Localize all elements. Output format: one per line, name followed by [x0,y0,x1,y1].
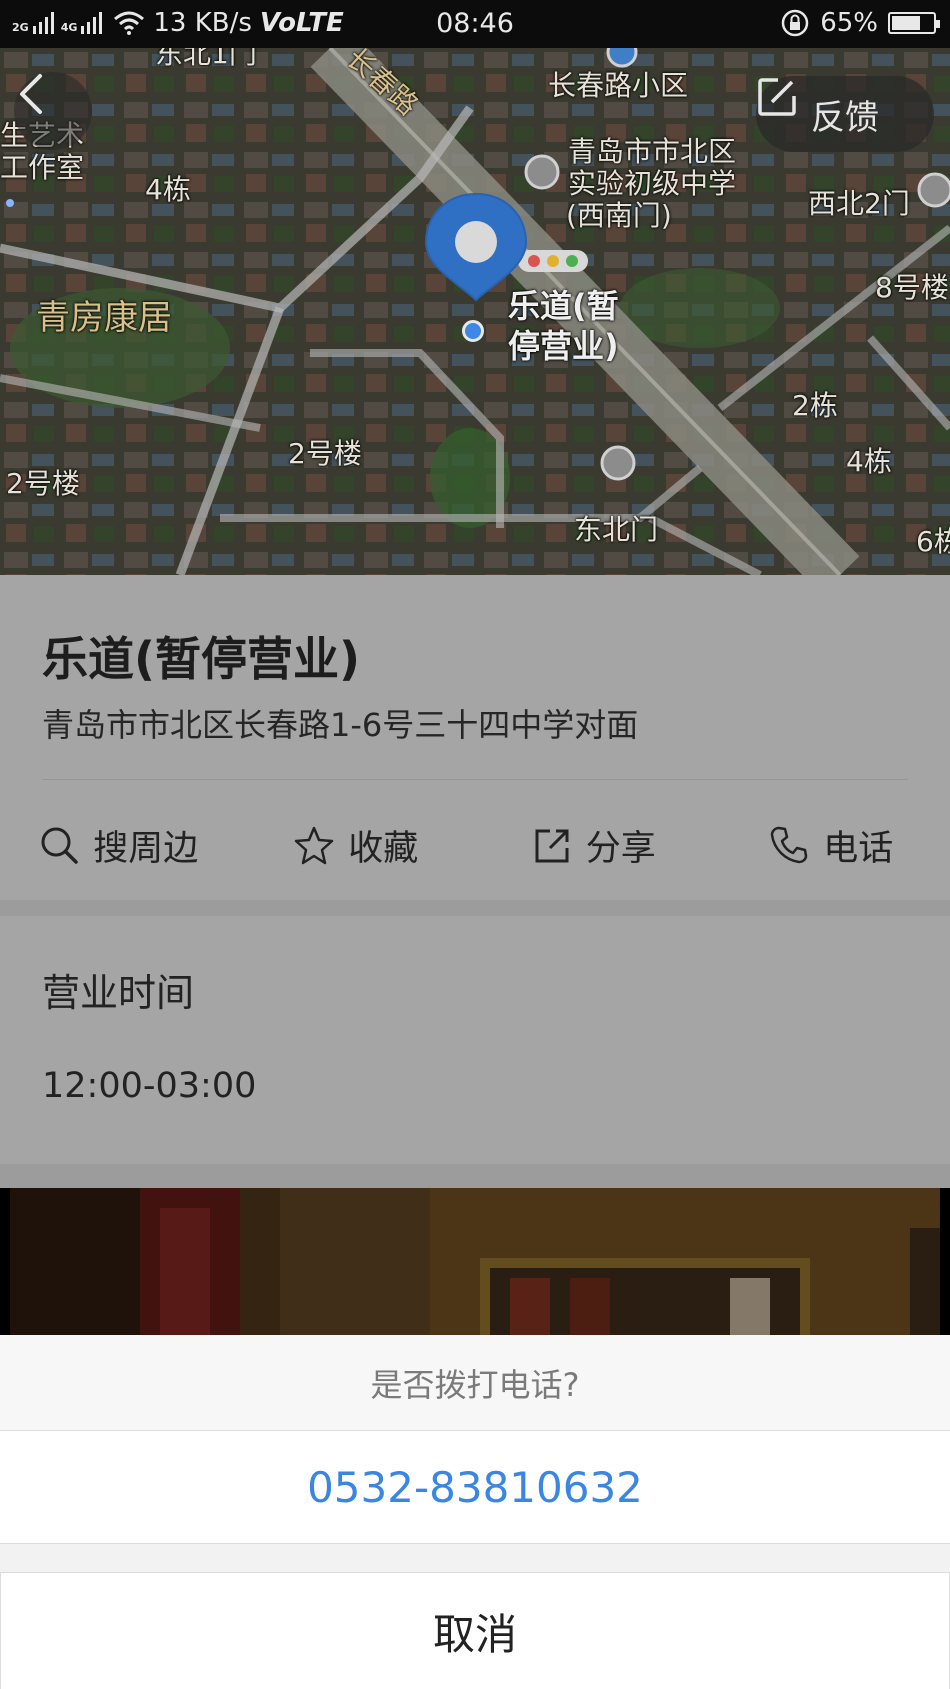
map-label: 6栋 [916,525,950,558]
map-label: 4栋 [846,445,892,478]
business-hours-value: 12:00-03:00 [42,1066,257,1106]
status-bar: 2G 4G 13 KB/s VoLTE 08:46 65% [0,0,950,48]
map-label: 8号楼 [875,271,949,304]
map-view[interactable]: 东北1门 长春路 长春路小区 生艺术 工作室 4栋 青岛市市北区 实验初级中学 … [0,48,950,575]
call-dialog-title: 是否拨打电话? [0,1335,950,1431]
map-label: 工作室 [0,151,85,184]
place-photo[interactable] [10,1188,940,1335]
chevron-left-icon [20,74,42,114]
star-icon [294,826,334,865]
map-label: 东北门 [574,513,659,546]
section-gap [0,900,950,916]
favorite-label: 收藏 [348,828,419,869]
divider [42,779,908,780]
battery-percent: 65% [820,8,878,38]
action-bar: 搜周边 收藏 分享 电话 [0,790,950,900]
map-label: 2号楼 [288,437,362,470]
poi-label-line2[interactable]: 停营业) [508,328,619,364]
battery-icon [888,12,940,34]
cancel-button[interactable]: 取消 [0,1572,950,1689]
call-phone-number-button[interactable]: 0532-83810632 [0,1431,950,1544]
phone-button[interactable]: 电话 [713,790,950,900]
status-right: 65% [780,8,940,38]
map-label: 西北2门 [808,187,910,220]
map-label: 2栋 [792,389,838,422]
place-info-card: 乐道(暂停营业) 青岛市市北区长春路1-6号三十四中学对面 搜周边 收藏 分享 … [0,575,950,900]
search-nearby-button[interactable]: 搜周边 [0,790,238,900]
rotation-lock-icon [781,9,809,37]
map-label: 长春路小区 [548,69,689,102]
search-nearby-label: 搜周边 [93,828,199,869]
location-pin-icon[interactable] [420,188,532,318]
business-hours-section: 营业时间 12:00-03:00 [0,916,950,1164]
favorite-button[interactable]: 收藏 [238,790,476,900]
edit-icon [758,78,796,116]
section-gap [0,1164,950,1188]
call-dialog: 是否拨打电话? 0532-83810632 取消 [0,1335,950,1689]
map-label: 2号楼 [6,467,80,500]
map-label: 东北1门 [155,48,257,70]
map-label: 青岛市市北区 [568,135,737,168]
share-button[interactable]: 分享 [475,790,713,900]
location-dot [462,320,484,342]
map-area-label: 青房康居 [36,298,172,338]
place-name: 乐道(暂停营业) [42,632,361,686]
search-icon [41,827,78,864]
map-label: 实验初级中学 [568,167,737,200]
phone-label: 电话 [823,828,894,869]
business-hours-title: 营业时间 [42,971,195,1015]
map-label: 4栋 [145,173,191,206]
back-button[interactable] [14,72,92,150]
place-address: 青岛市市北区长春路1-6号三十四中学对面 [42,706,639,744]
map-label: (西南门) [566,199,672,232]
share-label: 分享 [585,828,656,869]
feedback-button[interactable]: 反馈 [756,76,934,152]
feedback-label: 反馈 [811,97,879,138]
phone-icon [770,826,808,864]
share-icon [535,829,569,863]
